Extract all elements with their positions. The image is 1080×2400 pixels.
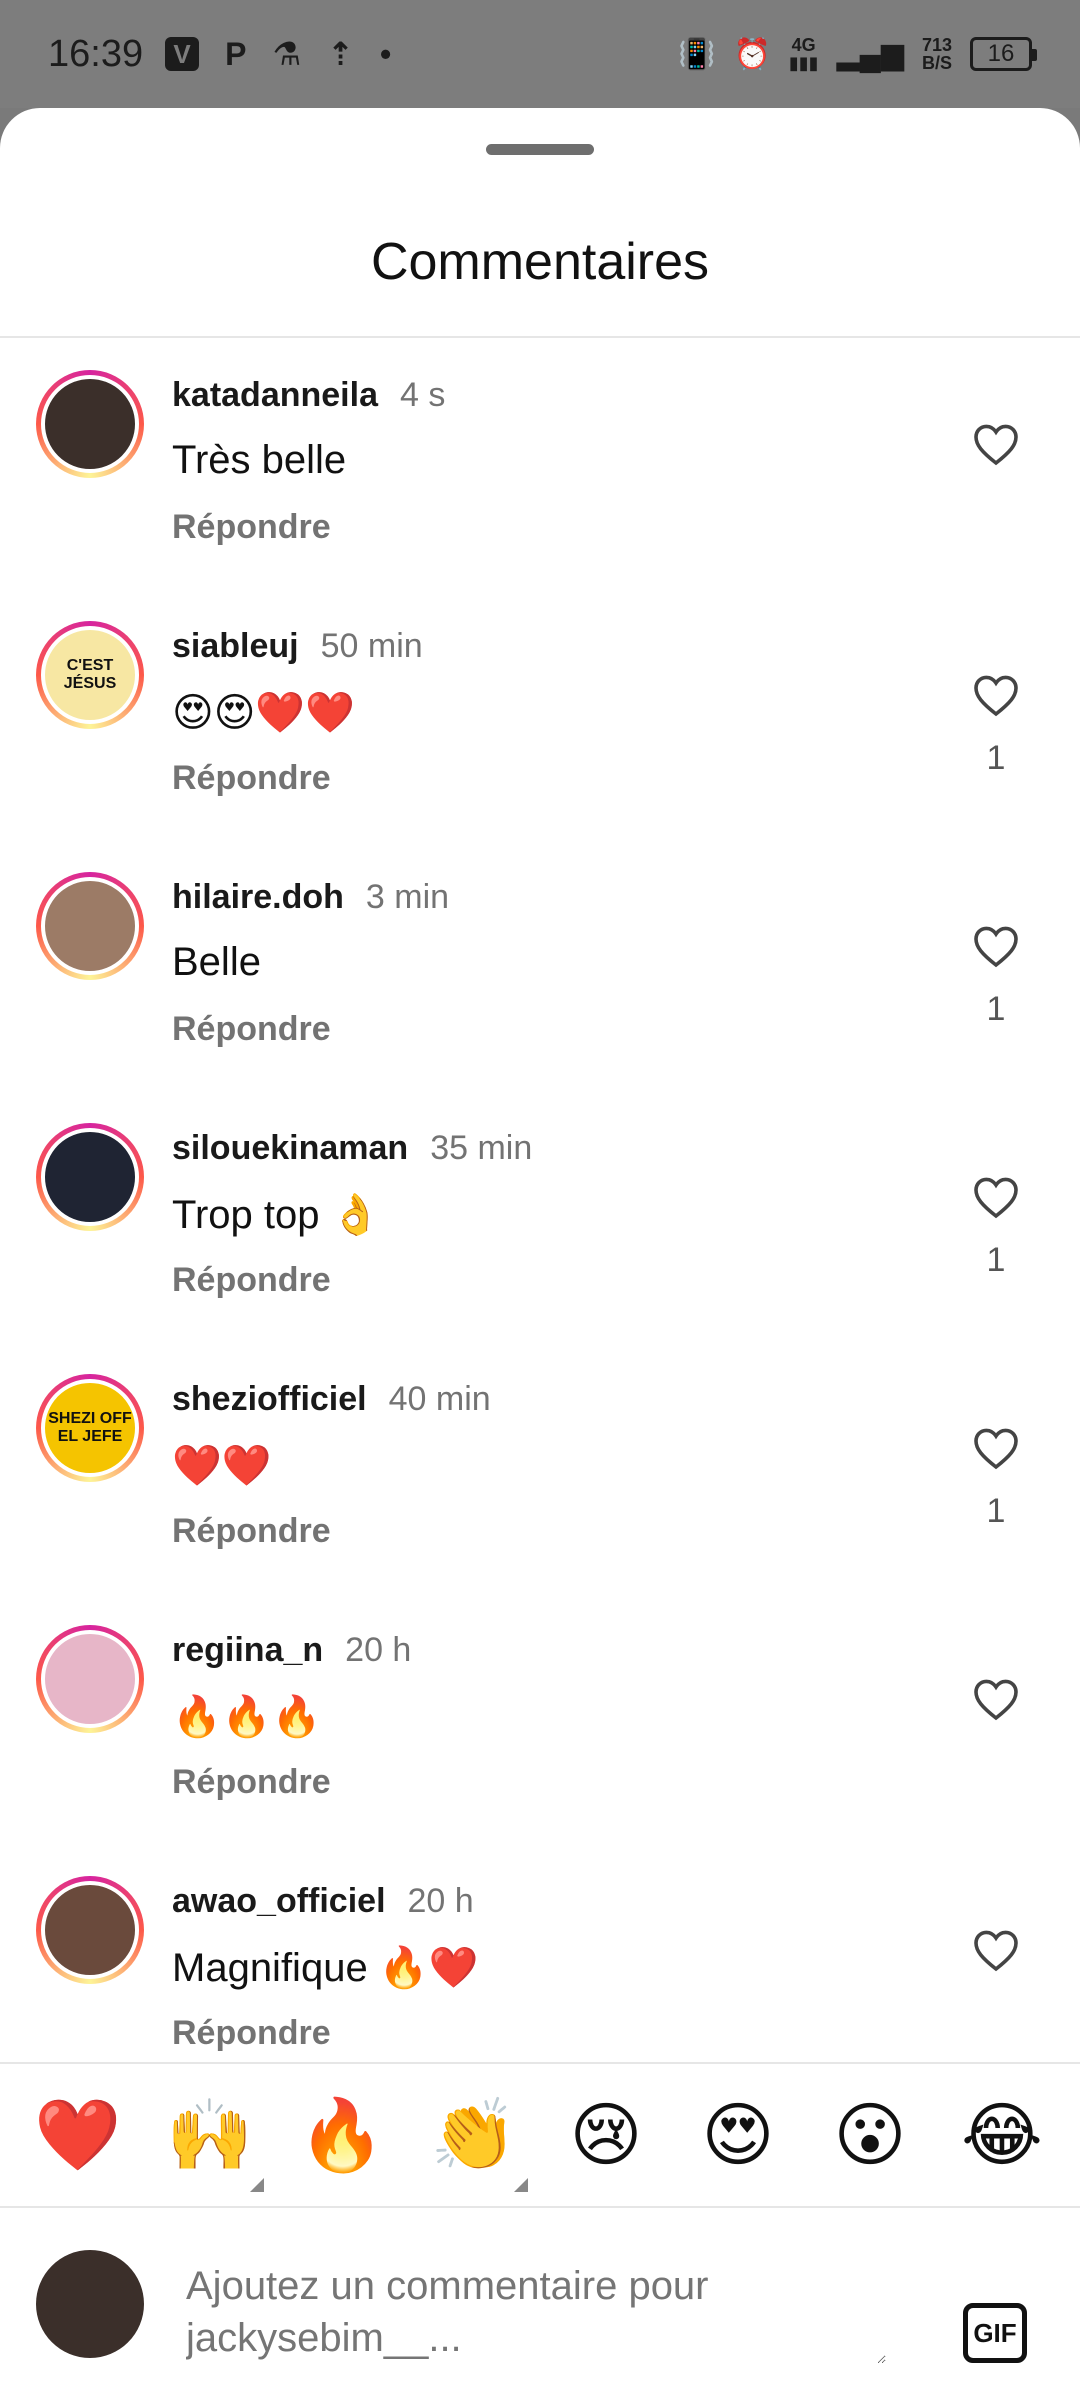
avatar[interactable]: SHEZI OFF EL JEFE	[36, 1374, 144, 1482]
like-heart-icon[interactable]	[972, 422, 1020, 466]
comment-time: 35 min	[430, 1129, 533, 1167]
comment-time: 20 h	[345, 1631, 412, 1669]
avatar[interactable]: C'EST JÉSUS	[36, 621, 144, 729]
like-heart-icon[interactable]	[972, 1175, 1020, 1219]
emoji-crying-button[interactable]: 😢	[556, 2100, 656, 2170]
comment-text: Magnifique 🔥❤️	[172, 1946, 479, 1990]
avatar[interactable]	[36, 1876, 144, 1984]
comment-item: SHEZI OFF EL JEFE sheziofficiel 40 min ❤…	[0, 1340, 1080, 1591]
like-count: 1	[986, 739, 1006, 777]
reply-button[interactable]: Répondre	[172, 1261, 331, 1300]
comment-item: regiina_n 20 h 🔥🔥🔥 Répondre	[0, 1591, 1080, 1842]
comment-username[interactable]: awao_officiel	[172, 1882, 386, 1921]
emoji-clap-button[interactable]: 👏	[424, 2100, 528, 2192]
drag-handle[interactable]	[486, 144, 594, 155]
comment-input[interactable]	[186, 2260, 886, 2364]
network-speed: 713 B/S	[921, 35, 952, 73]
like-count: 1	[986, 1492, 1006, 1530]
comment-text: ❤️❤️	[172, 1444, 272, 1488]
emoji-surprised-button[interactable]: 😮	[820, 2100, 920, 2170]
comment-text: Très belle	[172, 438, 347, 482]
like-heart-icon[interactable]	[972, 924, 1020, 968]
comment-item: awao_officiel 20 h Magnifique 🔥❤️ Répond…	[0, 1842, 1080, 2093]
comment-time: 40 min	[388, 1380, 491, 1418]
reply-button[interactable]: Répondre	[172, 1763, 331, 1802]
comments-list[interactable]: katadanneila 4 s Très belle Répondre C'E…	[0, 336, 1080, 2170]
comment-text: Trop top 👌	[172, 1193, 381, 1237]
comment-username[interactable]: sheziofficiel	[172, 1380, 367, 1419]
gif-button[interactable]: GIF	[963, 2303, 1027, 2363]
emoji-fire-button[interactable]: 🔥	[292, 2100, 392, 2170]
avatar[interactable]	[36, 1625, 144, 1733]
reply-button[interactable]: Répondre	[172, 2014, 331, 2053]
comment-item: hilaire.doh 3 min Belle Répondre 1	[0, 838, 1080, 1089]
comment-item: silouekinaman 35 min Trop top 👌 Répondre…	[0, 1089, 1080, 1340]
comment-text: 🔥🔥🔥	[172, 1695, 322, 1739]
comment-item: katadanneila 4 s Très belle Répondre	[0, 336, 1080, 587]
comments-sheet: Commentaires katadanneila 4 s Très belle…	[0, 108, 1080, 2400]
comment-text: Belle	[172, 940, 261, 984]
emoji-laughing-button[interactable]: 😂	[952, 2100, 1052, 2170]
emoji-heart-button[interactable]: ❤️	[28, 2100, 128, 2170]
vibrate-icon: 📳	[678, 37, 716, 71]
comment-username[interactable]: regiina_n	[172, 1631, 323, 1670]
comment-username[interactable]: silouekinaman	[172, 1129, 408, 1168]
avatar[interactable]	[36, 872, 144, 980]
emoji-reaction-bar: ❤️ 🙌 🔥 👏 😢 😍 😮 😂	[0, 2062, 1080, 2208]
variants-indicator-icon	[514, 2178, 528, 2192]
v-app-icon: V	[165, 37, 200, 71]
comment-item: C'EST JÉSUS siableuj 50 min 😍😍❤️❤️ Répon…	[0, 587, 1080, 838]
like-count: 1	[986, 1241, 1006, 1279]
comment-text: 😍😍❤️❤️	[172, 691, 356, 735]
system-icons: 📳 ⏰ 4G ▮▮▮ ▂▄▆ 713 B/S 16	[678, 35, 1037, 73]
signal-icon: ▂▄▆	[836, 37, 904, 71]
comment-composer: GIF	[0, 2208, 1080, 2400]
status-time: 16:39	[48, 32, 144, 75]
reply-button[interactable]: Répondre	[172, 759, 331, 798]
sheet-title: Commentaires	[370, 233, 710, 291]
battery-icon: 16	[970, 37, 1037, 71]
reply-button[interactable]: Répondre	[172, 1010, 331, 1049]
comment-time: 3 min	[365, 878, 450, 916]
status-bar: 16:39 V P ⚗ ⇡ • 📳 ⏰ 4G ▮▮▮ ▂▄▆ 713 B/S 16	[0, 0, 1080, 108]
comment-time: 4 s	[399, 376, 446, 414]
avatar[interactable]	[36, 1123, 144, 1231]
alarm-icon: ⏰	[733, 37, 771, 71]
emoji-raised-hands-button[interactable]: 🙌	[160, 2100, 264, 2192]
reply-button[interactable]: Répondre	[172, 1512, 331, 1551]
reply-button[interactable]: Répondre	[172, 508, 331, 547]
comment-time: 50 min	[320, 627, 423, 665]
avatar[interactable]	[36, 370, 144, 478]
like-heart-icon[interactable]	[972, 1928, 1020, 1972]
current-user-avatar	[36, 2250, 144, 2358]
emoji-heart-eyes-button[interactable]: 😍	[688, 2100, 788, 2170]
notification-icons: V P ⚗ ⇡ •	[165, 35, 391, 73]
like-count: 1	[986, 990, 1006, 1028]
network-type: 4G ▮▮▮	[788, 35, 819, 73]
p-app-icon: P	[225, 35, 247, 72]
comment-time: 20 h	[407, 1882, 474, 1920]
comment-username[interactable]: hilaire.doh	[172, 878, 344, 917]
variants-indicator-icon	[250, 2178, 264, 2192]
comment-username[interactable]: siableuj	[172, 627, 299, 666]
like-heart-icon[interactable]	[972, 673, 1020, 717]
like-heart-icon[interactable]	[972, 1677, 1020, 1721]
dot-icon: •	[379, 35, 392, 72]
like-heart-icon[interactable]	[972, 1426, 1020, 1470]
comment-username[interactable]: katadanneila	[172, 376, 378, 415]
upload-icon: ⇡	[327, 36, 354, 72]
flask-icon: ⚗	[272, 36, 302, 72]
